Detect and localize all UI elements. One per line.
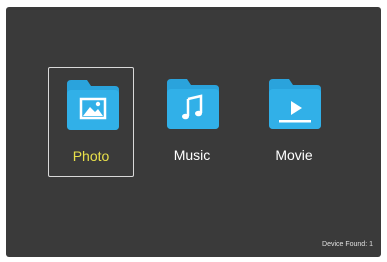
movie-folder-icon <box>269 79 321 129</box>
menu-item-label: Movie <box>275 147 313 163</box>
menu-item-movie[interactable]: Movie <box>251 67 337 177</box>
device-found-status: Device Found: 1 <box>322 241 373 248</box>
menu-item-label: Music <box>173 147 211 163</box>
menu-item-label: Photo <box>72 148 110 164</box>
photo-folder-icon <box>67 80 119 130</box>
media-player-screen: Photo Music Movie Device Found: 1 <box>6 7 381 257</box>
menu-item-photo[interactable]: Photo <box>48 67 134 177</box>
menu-item-music[interactable]: Music <box>149 67 235 177</box>
music-folder-icon <box>167 79 219 129</box>
